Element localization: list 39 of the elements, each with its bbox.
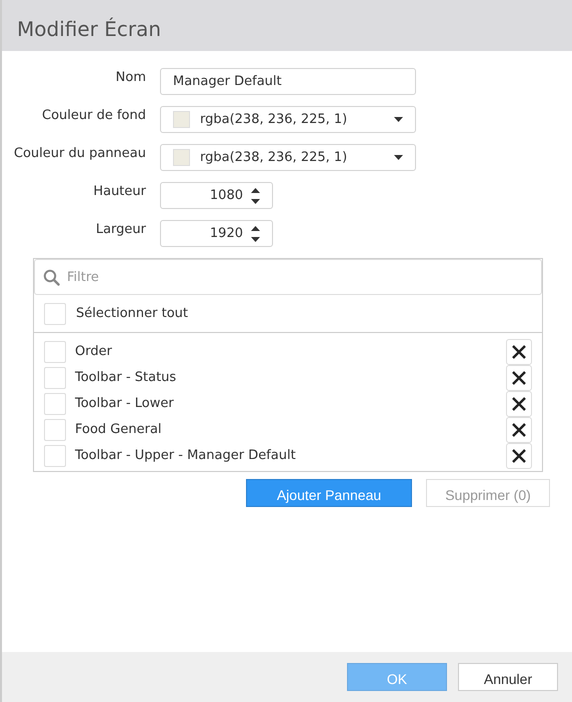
close-icon — [511, 370, 527, 386]
checkbox[interactable] — [44, 419, 66, 441]
remove-button[interactable] — [506, 443, 532, 469]
spinner-icon[interactable] — [251, 224, 260, 242]
panel-name: Order — [75, 343, 113, 362]
field-label: Couleur de fond — [41, 107, 146, 125]
checkbox[interactable] — [44, 393, 66, 415]
number-field[interactable]: 1080 — [160, 182, 273, 209]
spinner-icon[interactable] — [251, 186, 260, 204]
filter-field[interactable]: Filtre — [34, 259, 542, 295]
checkbox[interactable] — [44, 341, 66, 363]
number-field[interactable]: 1920 — [160, 220, 273, 247]
close-icon — [511, 422, 527, 438]
close-icon — [511, 448, 527, 464]
field-label: Couleur du panneau — [12, 145, 146, 163]
remove-button[interactable] — [506, 365, 532, 391]
action-button[interactable]: Annuler — [458, 663, 558, 691]
panel-name: Toolbar - Status — [75, 369, 178, 388]
checkbox[interactable] — [44, 302, 66, 324]
close-icon — [511, 344, 527, 360]
checkbox[interactable] — [44, 367, 66, 389]
caret-icon — [394, 155, 403, 160]
color-dropdown[interactable]: rgba(238, 236, 225, 1) — [160, 106, 416, 133]
dialog-title: Modifier Écran — [2, 0, 572, 51]
color-dropdown[interactable]: rgba(238, 236, 225, 1) — [160, 144, 416, 171]
caret-icon — [394, 117, 403, 122]
remove-button[interactable] — [506, 417, 532, 443]
panel-name: Toolbar - Upper - Manager Default — [75, 447, 297, 466]
field-label: Largeur — [94, 221, 146, 239]
select-all-label: Sélectionner tout — [76, 304, 188, 323]
panel-name: Food General — [75, 421, 163, 440]
remove-button[interactable] — [506, 339, 532, 365]
text-field[interactable]: Manager Default — [160, 68, 416, 95]
field-label: Nom — [114, 69, 146, 87]
field-label: Hauteur — [92, 183, 146, 201]
remove-button[interactable] — [506, 391, 532, 417]
close-icon — [511, 396, 527, 412]
checkbox[interactable] — [44, 445, 66, 467]
panel-name: Toolbar - Lower — [75, 395, 175, 414]
